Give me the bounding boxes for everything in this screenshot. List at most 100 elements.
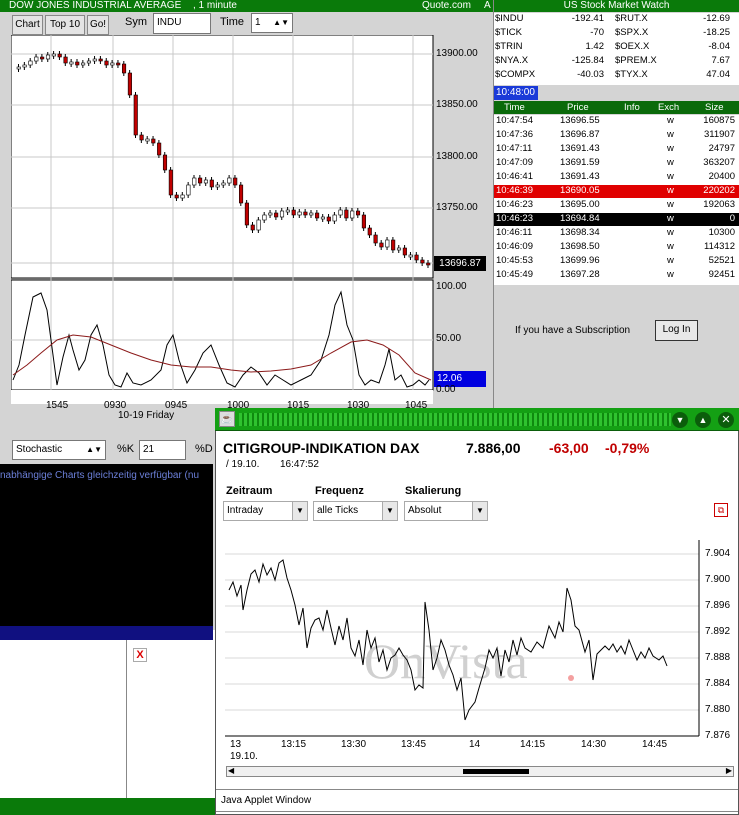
- candle-body: [361, 214, 366, 229]
- candle-body: [98, 58, 103, 62]
- go-button[interactable]: Go!: [87, 15, 109, 35]
- trade-size: 10300: [708, 227, 735, 238]
- frequenz-select[interactable]: alle Ticks ▼: [313, 501, 398, 521]
- candle-body: [16, 66, 21, 70]
- time-select[interactable]: 1 ▲▼: [251, 13, 293, 33]
- trade-exch: w: [667, 269, 674, 280]
- maximize-icon[interactable]: ▲: [695, 412, 711, 428]
- trade-row: 10:46:09 13698.50 w 114312: [494, 241, 739, 254]
- candle-body: [279, 210, 285, 218]
- trade-size: 92451: [708, 269, 735, 280]
- candle-body: [122, 63, 127, 74]
- summary-value: -192.41: [571, 13, 604, 24]
- k-input[interactable]: 21: [139, 440, 186, 460]
- close-icon[interactable]: ✕: [718, 412, 734, 428]
- candle-body: [34, 56, 39, 62]
- dax-change: -63,00: [549, 440, 589, 456]
- candle-body: [239, 184, 244, 204]
- dax-xtick-3: 13:30: [341, 739, 367, 750]
- trade-exch: w: [667, 115, 674, 126]
- trade-price: 13691.59: [560, 157, 600, 168]
- applet-dark-area: [0, 464, 213, 626]
- dax-xtick-5: 14: [469, 739, 481, 750]
- market-watch-title: US Stock Market Watch: [494, 0, 739, 12]
- dax-xtick-4: 13:45: [401, 739, 427, 750]
- summary-row-4: $NYA.X -125.84 $PREM.X 7.67: [494, 55, 739, 69]
- candle-body: [379, 242, 384, 248]
- summary-value: -70: [590, 27, 604, 38]
- scroll-right-icon[interactable]: ▶: [726, 766, 732, 775]
- skalierung-select[interactable]: Absolut ▼: [404, 501, 488, 521]
- minimize-icon[interactable]: ▼: [672, 412, 688, 428]
- candle-body: [104, 60, 109, 66]
- candle-body: [274, 212, 279, 218]
- chart-button[interactable]: Chart: [12, 15, 43, 35]
- time-label: Time: [220, 16, 245, 28]
- lower-right-pane: [127, 640, 215, 798]
- price-tick-4: 13750.00: [436, 202, 478, 213]
- candle-body: [309, 212, 314, 216]
- dax-xtick-6: 14:15: [520, 739, 546, 750]
- osc-tick-0: 0.00: [436, 384, 456, 395]
- popout-icon[interactable]: ⧉: [714, 503, 728, 517]
- trade-row: 10:47:36 13696.87 w 311907: [494, 129, 739, 142]
- scroll-left-icon[interactable]: ◀: [228, 766, 234, 775]
- trade-size: 311907: [704, 129, 735, 140]
- trade-exch: w: [667, 199, 674, 210]
- trade-row: 10:45:53 13699.96 w 52521: [494, 255, 739, 268]
- candle-body: [45, 54, 51, 60]
- lower-left-pane: [0, 640, 127, 798]
- candle-body: [221, 182, 226, 186]
- candle-body: [180, 194, 185, 199]
- spinner-icon: ▲▼: [86, 445, 102, 454]
- candle-body: [402, 247, 407, 256]
- osc-tick-100: 100.00: [436, 281, 467, 292]
- trade-row: 10:46:39 13690.05 w 220202: [494, 185, 739, 198]
- header-exch: Exch: [658, 102, 680, 113]
- watermark-dot: [568, 675, 574, 681]
- trade-price: 13694.84: [560, 213, 600, 224]
- trade-row: 10:47:11 13691.43 w 24797: [494, 143, 739, 156]
- candle-body: [40, 56, 45, 60]
- trade-row: 10:46:23 13694.84 w 0: [494, 213, 739, 226]
- trade-row: 10:45:49 13697.28 w 92451: [494, 269, 739, 282]
- candle-body: [373, 234, 378, 244]
- top10-button[interactable]: Top 10: [45, 15, 85, 35]
- trade-time: 10:46:23: [496, 213, 533, 224]
- dax-chart: OnVista: [225, 540, 700, 737]
- horizontal-scrollbar[interactable]: ◀ ▶: [226, 766, 734, 777]
- candle-body: [355, 210, 361, 216]
- candle-body: [338, 209, 343, 216]
- login-button[interactable]: Log In: [655, 320, 698, 341]
- chart-source: Quote.com: [422, 0, 471, 11]
- candle-body: [186, 184, 191, 196]
- summary-value: 1.42: [585, 41, 605, 52]
- trade-size: 24797: [708, 143, 735, 154]
- candle-body: [350, 210, 355, 219]
- candle-body: [426, 262, 431, 266]
- dax-ytick-8: 7.876: [705, 730, 731, 741]
- trade-exch: w: [667, 255, 674, 266]
- candle-body: [391, 239, 396, 251]
- trade-size: 20400: [708, 171, 735, 182]
- trade-time: 10:47:11: [496, 143, 533, 154]
- candle-body: [174, 194, 179, 199]
- dax-ytick-5: 7.888: [705, 652, 731, 663]
- scroll-thumb[interactable]: [463, 769, 529, 774]
- dax-ytick-4: 7.892: [705, 626, 731, 637]
- trade-time: 10:47:36: [496, 129, 533, 140]
- candle-body: [145, 138, 150, 142]
- trade-size: 52521: [708, 255, 735, 266]
- indicator-value: Stochastic: [16, 444, 63, 455]
- spinner-icon: ▲▼: [273, 18, 289, 27]
- zeitraum-select[interactable]: Intraday ▼: [223, 501, 308, 521]
- candle-body: [420, 259, 425, 264]
- summary-symbol: $OEX.X: [615, 41, 650, 52]
- trade-row: 10:46:11 13698.34 w 10300: [494, 227, 739, 240]
- candle-body: [385, 239, 390, 248]
- zeitraum-label: Zeitraum: [226, 485, 273, 497]
- symbol-input[interactable]: INDU: [153, 13, 211, 34]
- dax-time: 16:47:52: [280, 459, 319, 470]
- indicator-select[interactable]: Stochastic ▲▼: [12, 440, 106, 460]
- dax-xtick-8: 14:45: [642, 739, 668, 750]
